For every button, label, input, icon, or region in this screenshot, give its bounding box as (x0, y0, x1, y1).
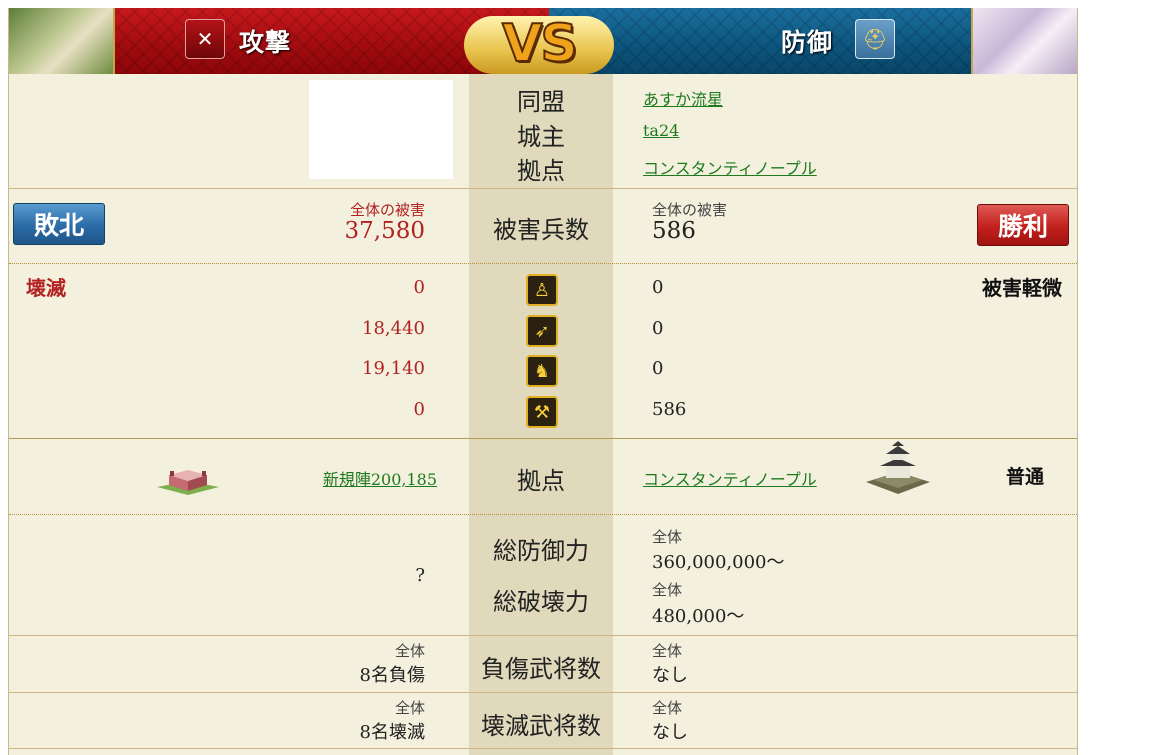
defender-alliance-link[interactable]: あすか流星 (643, 86, 723, 110)
defender-cavalry-loss: 0 (652, 358, 664, 379)
cavalry-icon: ♞ (526, 355, 558, 387)
divider (9, 263, 1077, 264)
defense-scope: 全体 (652, 528, 683, 546)
defender-status: 被害軽微 (982, 276, 1062, 300)
battle-report: ✕ 攻撃 防御 ⛑ VS 同盟 城主 拠点 あすか流星 ta24 コンスタンティ… (8, 8, 1078, 755)
divider (9, 635, 1077, 636)
crossed-swords-icon: ✕ (185, 19, 225, 59)
divider (9, 188, 1077, 189)
divider (9, 692, 1077, 693)
defender-total-label: 全体の被害 (652, 201, 728, 219)
defender-siege-loss: 586 (652, 399, 687, 420)
injured-generals-label: 負傷武将数 (481, 655, 601, 683)
attacker-total-label: 全体の被害 (349, 201, 425, 219)
destroy-scope: 全体 (652, 581, 683, 599)
defender-destroyed-scope: 全体 (652, 699, 683, 717)
destroyed-generals-label: 壊滅武将数 (481, 712, 601, 740)
attacker-power-value: ? (415, 565, 425, 586)
base-label: 拠点 (517, 157, 565, 185)
defender-base-link[interactable]: コンスタンティノープル (643, 155, 817, 179)
total-destroy-value: 480,000〜 (652, 606, 745, 627)
base-row-label: 拠点 (517, 467, 565, 495)
siege-weapon-icon: ⚒ (526, 396, 558, 428)
attacker-total-damage: 37,580 (344, 218, 425, 244)
defender-base-level: 普通 (1005, 466, 1044, 488)
attacker-destroyed-scope: 全体 (394, 699, 425, 717)
total-destroy-label: 総破壊力 (493, 588, 589, 616)
defender-injured-count: なし (652, 665, 688, 686)
lord-label: 城主 (517, 123, 565, 151)
attacker-status: 壊滅 (26, 276, 66, 300)
total-defense-value: 360,000,000〜 (652, 552, 785, 573)
attacker-destroyed-count: 8名壊滅 (359, 722, 425, 743)
helmet-icon: ⛑ (855, 19, 895, 59)
defeat-badge: 敗北 (13, 203, 105, 245)
defender-archer-loss: 0 (652, 318, 664, 339)
defender-injured-scope: 全体 (652, 642, 683, 660)
defender-destroyed-count: なし (652, 722, 688, 743)
attacker-portrait (9, 8, 115, 74)
attacker-archer-loss: 18,440 (362, 318, 425, 339)
defense-title: 防御 (781, 28, 834, 57)
victory-badge: 勝利 (977, 204, 1069, 246)
defender-lord-link[interactable]: ta24 (643, 121, 679, 140)
attacker-spearman-loss: 0 (413, 277, 425, 298)
defender-total-damage: 586 (652, 218, 696, 244)
total-defense-label: 総防御力 (493, 537, 589, 565)
vs-text: VS (501, 13, 579, 75)
defender-portrait (971, 8, 1077, 74)
vs-emblem: VS (464, 8, 614, 78)
damage-label: 被害兵数 (493, 216, 589, 244)
castle-icon (866, 441, 930, 494)
divider (9, 438, 1077, 439)
divider (9, 748, 1077, 749)
camp-fort-icon (157, 470, 219, 495)
alliance-label: 同盟 (517, 88, 565, 116)
spearman-icon: ♙ (526, 274, 558, 306)
attacker-injured-count: 8名負傷 (359, 665, 425, 686)
attack-title: 攻撃 (239, 28, 292, 57)
divider (9, 514, 1077, 515)
attacker-info-box (309, 80, 453, 179)
attacker-base-link[interactable]: 新規陣200,185 (323, 466, 437, 490)
attacker-injured-scope: 全体 (394, 642, 425, 660)
defender-spearman-loss: 0 (652, 277, 664, 298)
archer-icon: ➶ (526, 315, 558, 347)
attacker-cavalry-loss: 19,140 (362, 358, 425, 379)
attacker-siege-loss: 0 (413, 399, 425, 420)
defender-base-row-link[interactable]: コンスタンティノープル (643, 466, 817, 490)
